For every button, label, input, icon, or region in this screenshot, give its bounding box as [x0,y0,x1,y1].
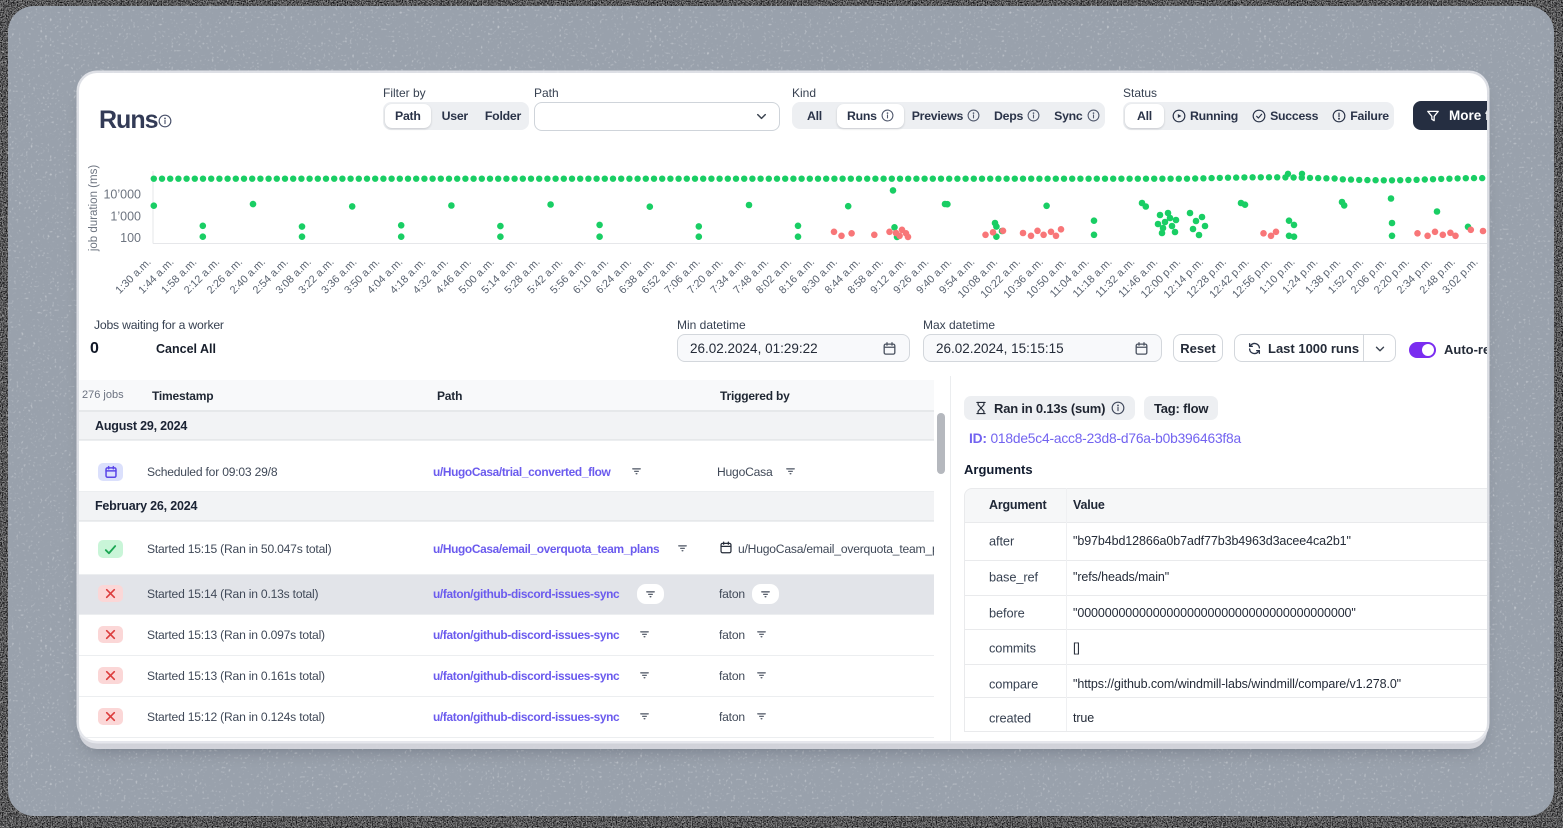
svg-text:10’000: 10’000 [103,188,141,202]
svg-text:job duration (ms): job duration (ms) [88,165,100,252]
svg-text:1’000: 1’000 [110,210,141,224]
svg-text:100: 100 [120,231,141,245]
